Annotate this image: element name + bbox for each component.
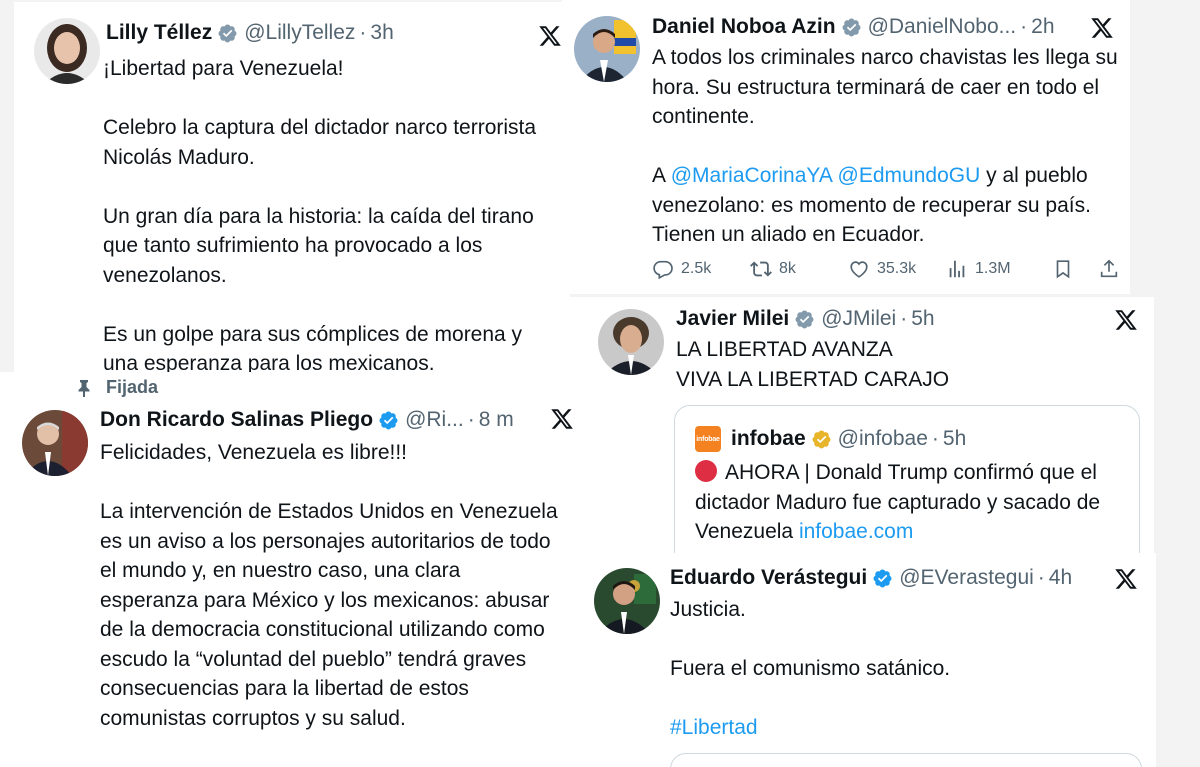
heart-icon <box>850 261 868 278</box>
quote-author-handle[interactable]: @infobae <box>838 426 928 452</box>
tweet-paragraph: Felicidades, Venezuela es libre!!! <box>100 441 408 464</box>
tweet-javier-milei: Javier Milei @JMilei · 5h LA LIBERTAD AV… <box>566 297 1154 553</box>
verified-badge-icon <box>217 23 238 44</box>
repost-icon <box>750 261 772 277</box>
view-count: 1.3M <box>975 260 1011 277</box>
timestamp[interactable]: 2h <box>1031 14 1054 40</box>
tweet-text: Justicia. Fuera el comunismo satánico. #… <box>670 595 1130 743</box>
x-logo-icon[interactable] <box>1090 16 1114 40</box>
external-link[interactable]: infobae.com <box>799 520 913 543</box>
tweet-eduardo-verastegui: Eduardo Verástegui @EVerastegui · 4h Jus… <box>586 553 1156 767</box>
tweet-paragraph: Fuera el comunismo satánico. <box>670 657 951 680</box>
timestamp[interactable]: 8 m <box>479 407 514 433</box>
quoted-tweet[interactable]: infobae infobae @infobae · 5h AHORA | Do… <box>674 405 1140 553</box>
mention-link[interactable]: @EdmundoGU <box>838 164 981 187</box>
tweet-actions: 2.5k 8k 35.3k 1.3M <box>652 258 1127 280</box>
timestamp[interactable]: 4h <box>1049 565 1072 591</box>
tweet-paragraph: ¡Libertad para Venezuela! <box>103 57 344 80</box>
avatar[interactable] <box>598 309 664 375</box>
tweet-line: VIVA LA LIBERTAD CARAJO <box>676 367 950 391</box>
separator-dot: · <box>900 307 908 330</box>
tweet-text: LA LIBERTAD AVANZA VIVA LA LIBERTAD CARA… <box>676 335 1136 394</box>
tweet-line: LA LIBERTAD AVANZA <box>676 338 893 361</box>
like-button[interactable]: 35.3k <box>848 258 946 280</box>
tweet-ricardo-salinas: Fijada Don Ricardo Salinas Pliego @Ri...… <box>0 372 586 767</box>
tweet-text: ¡Libertad para Venezuela! Celebro la cap… <box>103 54 558 372</box>
views-button[interactable]: 1.3M <box>946 258 1052 280</box>
quote-text: AHORA | Donald Trump confirmó que el dic… <box>695 458 1125 547</box>
hashtag-link[interactable]: #Libertad <box>670 713 1130 743</box>
reply-count: 2.5k <box>681 260 712 277</box>
author-handle[interactable]: @EVerastegui <box>899 565 1034 591</box>
tweet-paragraph: A todos los criminales narco chavistas l… <box>652 46 1118 128</box>
separator-dot: · <box>467 408 475 431</box>
verified-gold-badge-icon <box>811 429 832 450</box>
reply-icon <box>653 260 673 280</box>
timestamp[interactable]: 5h <box>911 306 934 332</box>
views-icon <box>949 260 965 278</box>
author-name[interactable]: Daniel Noboa Azin <box>652 14 836 40</box>
red-circle-icon <box>695 460 717 482</box>
repost-button[interactable]: 8k <box>750 258 848 280</box>
tweet-paragraph: Celebro la captura del dictador narco te… <box>103 116 537 169</box>
verified-badge-icon <box>841 17 862 38</box>
text-prefix: A <box>652 164 665 187</box>
tweet-paragraph: La intervención de Estados Unidos en Ven… <box>100 500 558 730</box>
separator-dot: · <box>1037 566 1045 589</box>
author-name[interactable]: Eduardo Verástegui <box>670 565 867 591</box>
verified-badge-icon <box>794 309 815 330</box>
share-button[interactable] <box>1098 258 1127 280</box>
author-handle[interactable]: @JMilei <box>821 306 896 332</box>
share-icon <box>1100 259 1118 278</box>
reply-button[interactable]: 2.5k <box>652 258 750 280</box>
avatar[interactable] <box>574 16 640 82</box>
avatar[interactable] <box>34 18 100 84</box>
verified-blue-badge-icon <box>378 410 399 431</box>
separator-dot: · <box>359 21 367 44</box>
x-logo-icon[interactable] <box>550 407 574 431</box>
avatar[interactable] <box>22 410 88 476</box>
separator-dot: · <box>931 427 939 450</box>
author-name[interactable]: Javier Milei <box>676 306 789 332</box>
author-name[interactable]: Lilly Téllez <box>106 20 212 46</box>
x-logo-icon[interactable] <box>1114 567 1138 591</box>
bookmark-button[interactable] <box>1052 258 1098 280</box>
tweet-paragraph: Un gran día para la historia: la caída d… <box>103 204 534 287</box>
tweet-paragraph: Es un golpe para sus cómplices de morena… <box>103 322 523 373</box>
infobae-logo: infobae <box>695 426 721 452</box>
author-handle[interactable]: @DanielNobo... <box>868 14 1017 40</box>
x-logo-icon[interactable] <box>538 24 562 48</box>
tweet-daniel-noboa: Daniel Noboa Azin @DanielNobo... · 2h A … <box>562 0 1130 294</box>
bookmark-icon <box>1056 260 1070 279</box>
pin-icon <box>78 379 90 397</box>
author-handle[interactable]: @LillyTellez <box>244 20 355 46</box>
mention-link[interactable]: @MariaCorinaYA <box>671 164 832 187</box>
like-count: 35.3k <box>877 260 917 277</box>
avatar[interactable] <box>594 568 660 634</box>
verified-blue-badge-icon <box>872 568 893 589</box>
pinned-label: Fijada <box>106 377 159 397</box>
separator-dot: · <box>1020 15 1028 38</box>
tweet-paragraph: A @MariaCorinaYA @EdmundoGU y al pueblo … <box>652 161 1122 250</box>
repost-count: 8k <box>779 260 796 277</box>
author-handle[interactable]: @Ri... <box>405 407 464 433</box>
x-logo-icon[interactable] <box>1114 308 1138 332</box>
quoted-card-edge <box>670 753 1142 767</box>
quote-timestamp[interactable]: 5h <box>943 426 966 452</box>
pinned-indicator: Fijada <box>76 377 158 398</box>
quote-author-name[interactable]: infobae <box>731 426 806 452</box>
tweet-text: Felicidades, Venezuela es libre!!! La in… <box>100 438 562 733</box>
tweet-lilly-tellez: Lilly Téllez @LillyTellez · 3h ¡Libertad… <box>14 2 570 372</box>
tweet-text: A todos los criminales narco chavistas l… <box>652 43 1122 250</box>
author-name[interactable]: Don Ricardo Salinas Pliego <box>100 407 373 433</box>
timestamp[interactable]: 3h <box>370 20 393 46</box>
tweet-paragraph: Justicia. <box>670 598 746 621</box>
